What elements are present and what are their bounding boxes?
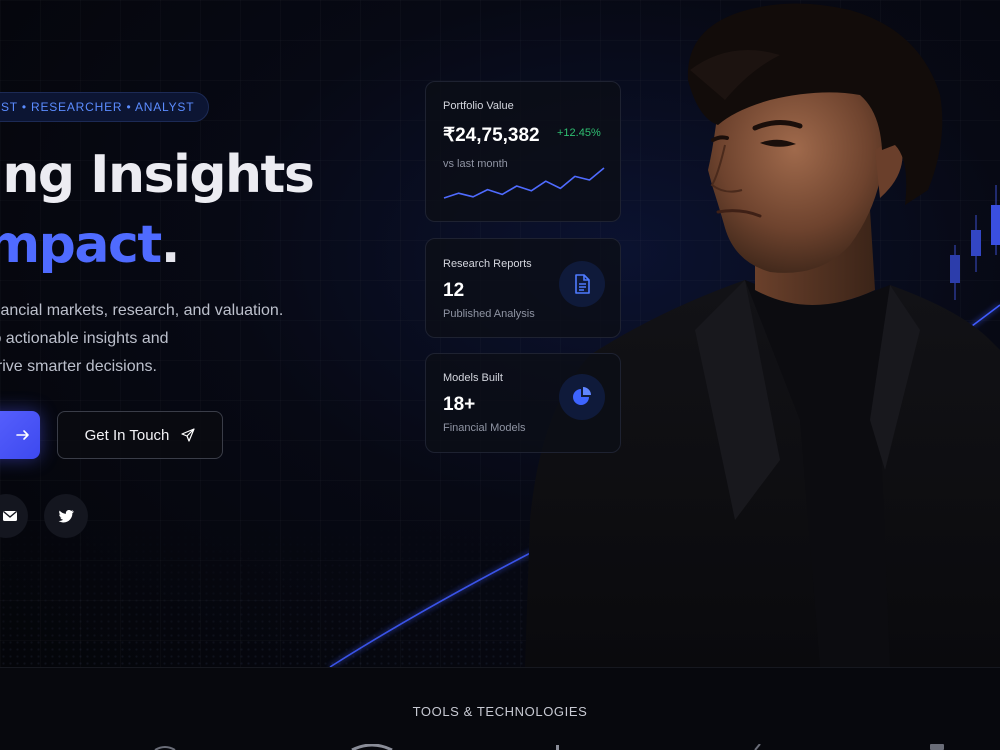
roles-badge: ST • RESEARCHER • ANALYST [0, 92, 210, 122]
research-reports-card: Research Reports 12 Published Analysis [425, 238, 621, 338]
hero-description: inancial markets, research, and valuatio… [0, 297, 283, 381]
headline-dot: . [160, 215, 181, 275]
card-title: Research Reports [443, 258, 532, 270]
portfolio-value-card: Portfolio Value ₹24,75,382 +12.45% vs la… [425, 81, 621, 222]
portfolio-sparkline [443, 167, 605, 199]
models-built-card: Models Built 18+ Financial Models [425, 353, 621, 453]
models-count: 18+ [443, 394, 476, 415]
hero-headline: ing Insights mpact. [0, 140, 315, 280]
twitter-icon [58, 509, 74, 523]
get-in-touch-button[interactable]: Get In Touch [57, 411, 223, 459]
portfolio-change: +12.45% [557, 127, 601, 139]
tool-logos-peek [154, 744, 944, 750]
description-line: inancial markets, research, and valuatio… [0, 302, 284, 319]
card-subtitle: Published Analysis [443, 308, 535, 320]
hero-section: ST • RESEARCHER • ANALYST ing Insights m… [0, 0, 1000, 667]
description-line: drive smarter decisions. [0, 358, 157, 375]
arrow-right-icon [16, 430, 29, 440]
headline-line-1: ing Insights [0, 145, 315, 205]
primary-cta-button[interactable] [0, 411, 40, 459]
tools-title: TOOLS & TECHNOLOGIES [412, 704, 588, 719]
sparkline-path [443, 167, 605, 199]
reports-count: 12 [443, 280, 465, 301]
email-icon [3, 510, 17, 521]
card-title: Portfolio Value [443, 100, 514, 112]
tools-section: TOOLS & TECHNOLOGIES [0, 667, 1000, 750]
send-icon [181, 428, 195, 442]
twitter-social-button[interactable] [44, 494, 88, 538]
card-title: Models Built [443, 372, 503, 384]
card-subtitle: Financial Models [443, 422, 526, 434]
portfolio-value: ₹24,75,382 [443, 125, 540, 146]
document-icon [559, 261, 605, 307]
get-in-touch-label: Get In Touch [84, 426, 170, 444]
headline-line-2: mpact [0, 215, 162, 275]
description-line: to actionable insights and [0, 330, 169, 347]
roles-text: ST • RESEARCHER • ANALYST [1, 100, 195, 114]
pie-chart-icon [559, 374, 605, 420]
